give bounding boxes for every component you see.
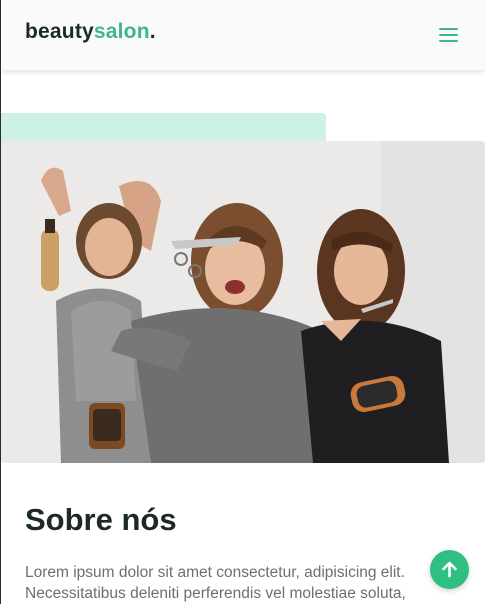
logo-text-main: beauty	[25, 20, 94, 43]
hamburger-menu-icon[interactable]	[433, 22, 463, 48]
page: beautysalon. Sobre nós Lorem ipsum dolor…	[0, 0, 485, 604]
site-logo[interactable]: beautysalon.	[25, 20, 156, 44]
back-to-top-button[interactable]	[430, 550, 469, 589]
logo-dot: .	[149, 20, 156, 43]
menu-line	[439, 28, 458, 30]
about-paragraph-line: Lorem ipsum dolor sit amet consectetur, …	[25, 564, 405, 581]
salon-team-photo	[1, 141, 485, 463]
menu-line	[439, 34, 458, 36]
menu-line	[439, 40, 458, 42]
salon-photo-illustration	[1, 141, 485, 463]
about-paragraph-line: Necessitatibus deleniti perferendis vel …	[25, 585, 406, 602]
logo-text-accent: salon	[93, 20, 150, 43]
about-paragraph: Lorem ipsum dolor sit amet consectetur, …	[25, 562, 485, 604]
arrow-up-icon	[442, 561, 457, 578]
section-title: Sobre nós	[25, 502, 177, 537]
site-header: beautysalon.	[1, 0, 485, 70]
